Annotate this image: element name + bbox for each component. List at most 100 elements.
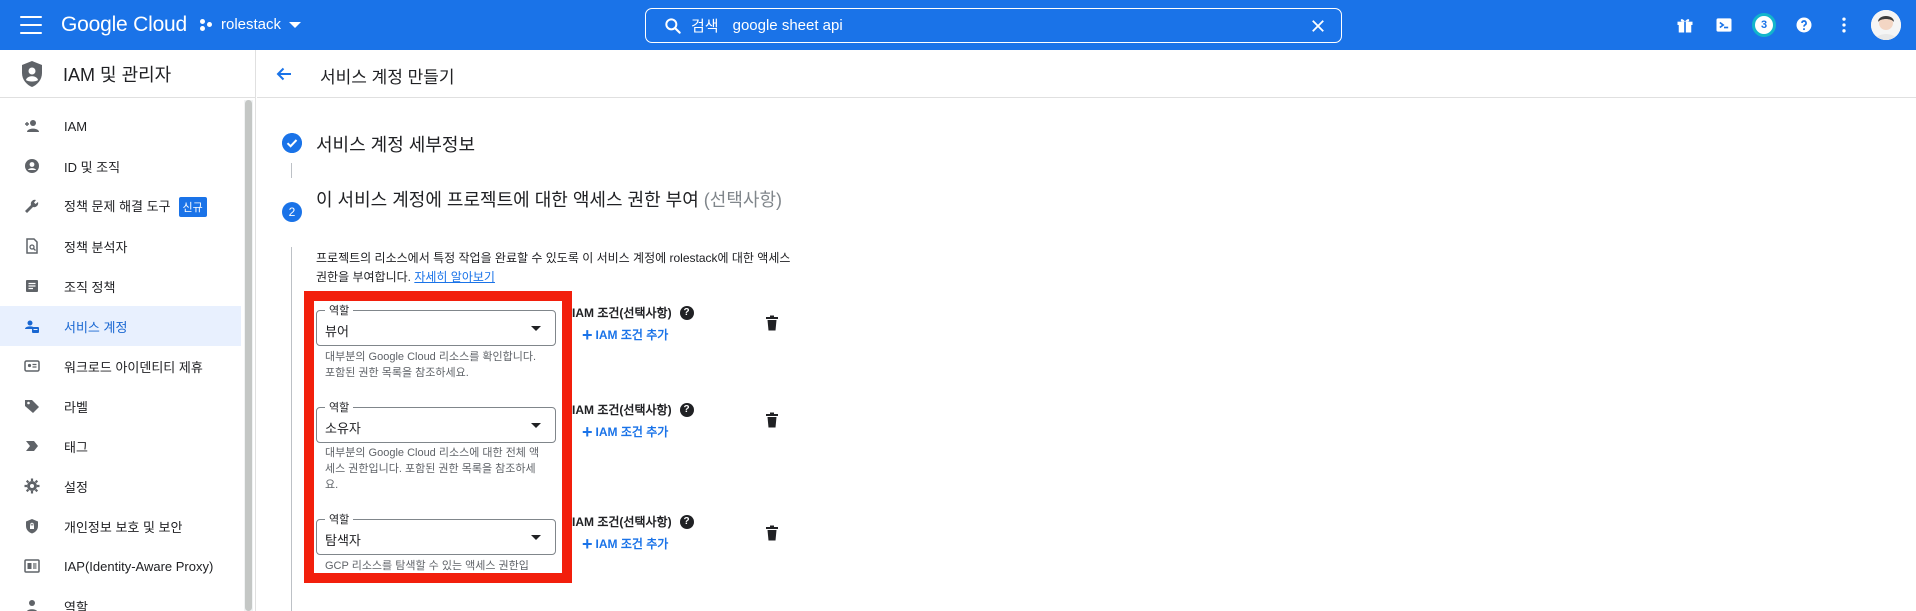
account-circle-icon [25,159,39,173]
role-select-2[interactable]: 역할 소유자 [316,399,556,443]
search-label: 검색 [691,18,719,35]
add-iam-condition-text: IAM 조건 추가 [595,425,669,439]
step2-title: 이 서비스 계정에 프로젝트에 대한 액세스 권한 부여 (선택사항) [316,186,786,214]
sidebar-item-iap[interactable]: IAP(Identity-Aware Proxy) [0,546,241,586]
add-iam-condition-text: IAM 조건 추가 [595,537,669,551]
sidebar-scrollbar-thumb[interactable] [245,100,252,611]
help-icon[interactable] [1794,15,1814,35]
close-icon[interactable] [1309,17,1327,35]
sidebar-header: IAM 및 관리자 [0,50,255,98]
sidebar-item-text: 정책 문제 해결 도구 [64,198,171,214]
step2-number: 2 [282,202,302,222]
plus-icon: + [582,324,593,345]
avatar[interactable] [1871,10,1901,40]
role-hint-2: 대부분의 Google Cloud 리소스에 대한 전체 액세스 권한입니다. … [325,447,540,491]
label-icon [25,400,39,413]
sidebar-item-policy-troubleshooter[interactable]: 정책 문제 해결 도구 신규 [0,186,241,226]
add-iam-condition-text: IAM 조건 추가 [595,328,669,342]
sidebar-item-org-policies[interactable]: 조직 정책 [0,266,241,306]
sidebar-item-policy-analyzer[interactable]: 정책 분석자 [0,226,241,266]
sidebar-item-identity[interactable]: ID 및 조직 [0,146,241,186]
sidebar-item-label: 역할 [64,599,88,611]
sidebar-item-label: IAM [64,118,88,134]
sidebar-item-label: 조직 정책 [64,279,116,295]
gear-icon [24,478,40,494]
step1-title[interactable]: 서비스 계정 세부정보 [316,131,475,157]
chevron-down-icon [289,21,302,28]
iam-condition-text: IAM 조건(선택사항) [572,306,672,320]
sidebar-item-label: 설정 [64,479,88,495]
cloud-shell-icon[interactable] [1714,15,1734,35]
sidebar-item-label: 워크로드 아이덴티티 제휴 [64,359,203,375]
sidebar-item-workload-identity[interactable]: 워크로드 아이덴티티 제휴 [0,346,241,386]
help-icon[interactable]: ? [679,402,694,417]
document-search-icon [26,238,38,254]
wrench-icon [25,199,39,213]
user-avatar-icon [1871,10,1901,40]
article-icon [26,280,38,292]
sidebar-title: IAM 및 관리자 [63,64,172,85]
delete-icon[interactable] [765,315,779,331]
search-bar[interactable]: 검색 [645,8,1342,43]
page-title: 서비스 계정 만들기 [320,68,455,87]
search-input[interactable] [732,17,1273,34]
sidebar-item-settings[interactable]: 설정 [0,466,241,506]
help-icon[interactable]: ? [679,305,694,320]
description-text: 프로젝트의 리소스에서 특정 작업을 완료할 수 있도록 이 서비스 계정에 r… [316,251,791,284]
role-value: 소유자 [325,421,361,436]
delete-icon[interactable] [765,412,779,428]
step2-optional: (선택사항) [703,190,783,210]
role-select-1[interactable]: 역할 뷰어 [316,302,556,346]
sidebar-item-privacy-security[interactable]: 개인정보 보호 및 보안 [0,506,241,546]
more-vert-icon[interactable] [1834,15,1854,35]
plus-icon: + [582,533,593,554]
badge-icon [24,360,40,372]
stepper-connector [291,247,292,611]
project-name: rolestack [221,16,282,33]
shield-lock-icon [26,519,38,534]
role-value: 뷰어 [325,324,349,339]
role-legend: 역할 [325,399,354,415]
add-iam-condition-button[interactable]: + IAM 조건 추가 [582,324,669,345]
dropdown-arrow-icon [531,326,541,331]
iam-condition-label: IAM 조건(선택사항)? [572,401,694,418]
add-iam-condition-button[interactable]: + IAM 조건 추가 [582,533,669,554]
menu-icon[interactable] [20,16,42,34]
sidebar-item-tags[interactable]: 태그 [0,426,241,466]
sidebar-item-label: 정책 분석자 [64,239,128,255]
arrow-back-icon[interactable] [274,64,294,84]
shield-icon [22,60,42,87]
sidebar-item-service-accounts[interactable]: 서비스 계정 [0,306,241,346]
help-icon[interactable]: ? [679,514,694,529]
sidebar-item-labels[interactable]: 라벨 [0,386,241,426]
service-account-icon [25,320,39,333]
project-icon [200,18,214,32]
tag-icon [26,441,38,451]
iam-condition-text: IAM 조건(선택사항) [572,515,672,529]
sidebar-scrollbar[interactable] [244,100,253,611]
sidebar-item-roles[interactable]: 역할 [0,586,241,611]
iam-condition-label: IAM 조건(선택사항)? [572,513,694,530]
notification-badge[interactable]: 3 [1752,13,1776,37]
google-cloud-logo[interactable]: Google Cloud [61,13,187,37]
person-add-icon [25,120,39,132]
sidebar-item-label: 태그 [64,439,88,455]
gift-icon[interactable] [1675,15,1695,35]
role-select-3[interactable]: 역할 탐색자 [316,511,556,555]
search-icon [665,17,681,34]
dropdown-arrow-icon [531,535,541,540]
role-value: 탐색자 [325,533,361,548]
step2-title-text: 이 서비스 계정에 프로젝트에 대한 액세스 권한 부여 [316,190,699,210]
delete-icon[interactable] [765,525,779,541]
stepper-connector [291,163,292,178]
sidebar-item-label: 개인정보 보호 및 보안 [64,519,183,535]
learn-more-link[interactable]: 자세히 알아보기 [414,270,495,284]
top-app-bar: Google Cloud rolestack 검색 3 [0,0,1916,50]
sidebar-item-label: ID 및 조직 [64,159,121,175]
add-iam-condition-button[interactable]: + IAM 조건 추가 [582,423,669,441]
project-picker[interactable]: rolestack [200,16,302,33]
role-hint-3: GCP 리소스를 탐색할 수 있는 액세스 권한입 [325,560,529,572]
sidebar-item-iam[interactable]: IAM [0,106,241,146]
sidebar-item-label: 정책 문제 해결 도구 신규 [64,196,207,217]
role-legend: 역할 [325,302,354,318]
